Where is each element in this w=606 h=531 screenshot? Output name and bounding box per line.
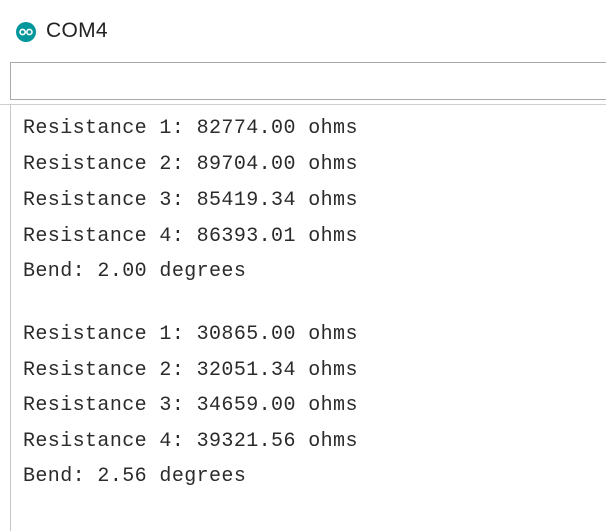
title-bar: COM4	[0, 0, 606, 62]
output-line: Bend: 2.00 degrees	[23, 260, 247, 283]
output-line: Resistance 1: 82774.00 ohms	[23, 117, 358, 140]
output-line: Resistance 2: 32051.34 ohms	[23, 359, 358, 382]
serial-output[interactable]: Resistance 1: 82774.00 ohms Resistance 2…	[10, 105, 606, 531]
output-line: Resistance 1: 30865.00 ohms	[23, 323, 358, 346]
output-line: Resistance 2: 89704.00 ohms	[23, 153, 358, 176]
window-title: COM4	[46, 19, 108, 42]
output-line: Resistance 3: 34659.00 ohms	[23, 394, 358, 417]
arduino-icon	[16, 22, 36, 42]
send-input[interactable]	[10, 62, 606, 100]
output-line: Resistance 4: 86393.01 ohms	[23, 225, 358, 248]
output-line: Bend: 2.56 degrees	[23, 465, 247, 488]
output-line: Resistance 3: 85419.34 ohms	[23, 189, 358, 212]
serial-monitor-window: COM4 Resistance 1: 82774.00 ohms Resista…	[0, 0, 606, 531]
output-line: Resistance 4: 39321.56 ohms	[23, 430, 358, 453]
